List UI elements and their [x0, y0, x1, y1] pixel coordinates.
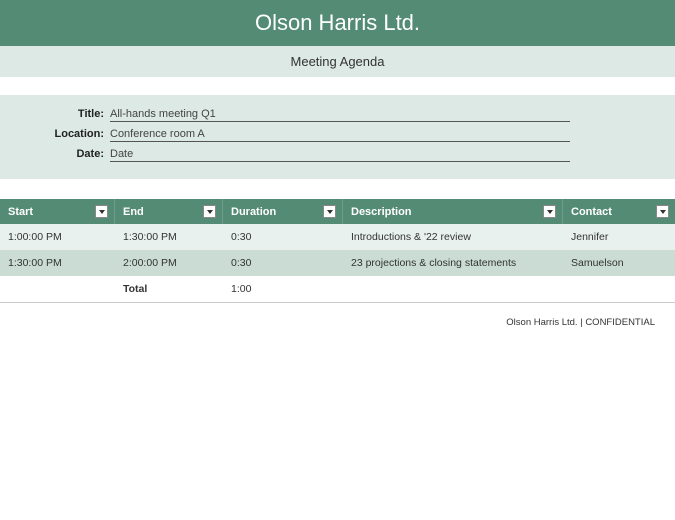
meta-label-date: Date: — [0, 148, 110, 160]
table-row[interactable]: 1:00:00 PM 1:30:00 PM 0:30 Introductions… — [0, 224, 675, 250]
col-header-contact-label: Contact — [571, 206, 612, 218]
cell-total-start — [0, 276, 115, 302]
meeting-meta-block: Title: All-hands meeting Q1 Location: Co… — [0, 95, 675, 179]
filter-dropdown-icon[interactable] — [95, 205, 108, 218]
cell-duration: 0:30 — [223, 250, 343, 276]
cell-total-label: Total — [115, 276, 223, 302]
page-subtitle: Meeting Agenda — [0, 46, 675, 77]
cell-contact: Samuelson — [563, 250, 675, 276]
col-header-start-label: Start — [8, 206, 33, 218]
filter-dropdown-icon[interactable] — [203, 205, 216, 218]
cell-total-desc — [343, 276, 563, 302]
cell-total-duration: 1:00 — [223, 276, 343, 302]
col-header-end-label: End — [123, 206, 144, 218]
filter-dropdown-icon[interactable] — [323, 205, 336, 218]
meta-label-title: Title: — [0, 108, 110, 120]
table-row[interactable]: 1:30:00 PM 2:00:00 PM 0:30 23 projection… — [0, 250, 675, 276]
col-header-contact: Contact — [563, 199, 675, 224]
meta-value-date[interactable]: Date — [110, 148, 570, 162]
table-total-row: Total 1:00 — [0, 276, 675, 303]
col-header-description: Description — [343, 199, 563, 224]
cell-contact: Jennifer — [563, 224, 675, 250]
cell-start: 1:30:00 PM — [0, 250, 115, 276]
cell-total-contact — [563, 276, 675, 302]
col-header-description-label: Description — [351, 206, 412, 218]
col-header-duration: Duration — [223, 199, 343, 224]
col-header-end: End — [115, 199, 223, 224]
filter-dropdown-icon[interactable] — [656, 205, 669, 218]
cell-duration: 0:30 — [223, 224, 343, 250]
cell-description: 23 projections & closing statements — [343, 250, 563, 276]
footer-confidential: Olson Harris Ltd. | CONFIDENTIAL — [0, 303, 675, 328]
meta-row-date: Date: Date — [0, 145, 675, 165]
col-header-start: Start — [0, 199, 115, 224]
company-header: Olson Harris Ltd. — [0, 0, 675, 46]
cell-end: 2:00:00 PM — [115, 250, 223, 276]
cell-start: 1:00:00 PM — [0, 224, 115, 250]
filter-dropdown-icon[interactable] — [543, 205, 556, 218]
col-header-duration-label: Duration — [231, 206, 276, 218]
meta-value-title[interactable]: All-hands meeting Q1 — [110, 108, 570, 122]
table-header-row: Start End Duration Description Contact — [0, 199, 675, 224]
meta-row-title: Title: All-hands meeting Q1 — [0, 105, 675, 125]
meta-label-location: Location: — [0, 128, 110, 140]
cell-description: Introductions & '22 review — [343, 224, 563, 250]
meta-row-location: Location: Conference room A — [0, 125, 675, 145]
cell-end: 1:30:00 PM — [115, 224, 223, 250]
meta-value-location[interactable]: Conference room A — [110, 128, 570, 142]
agenda-table: Start End Duration Description Contact 1… — [0, 199, 675, 303]
